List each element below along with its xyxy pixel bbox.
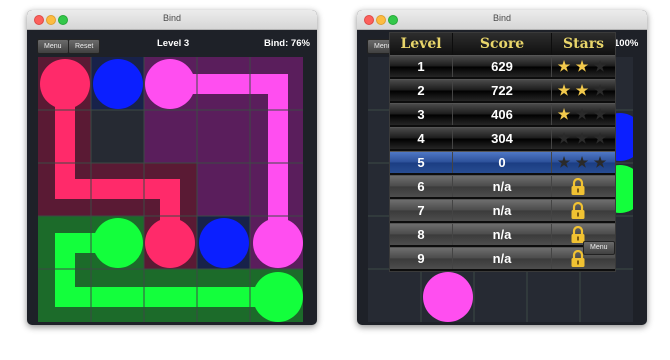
game-board[interactable] [38,57,303,322]
star-icon: ★ [575,154,589,170]
star-icon: ★ [575,106,589,122]
game-window: Bind Menu Reset Level 3 Bind: 76% [27,10,317,325]
star-icon: ★ [557,58,571,74]
green-dot[interactable] [253,272,303,322]
level-score: 722 [491,83,513,98]
title-bar: Bind [27,10,317,30]
window-title: Bind [162,13,181,23]
level-number: 3 [417,107,425,122]
lock-icon [571,178,585,195]
level-score: 0 [498,155,506,170]
star-icon: ★ [593,82,607,98]
level-stars: ★ ★ ★ [552,80,615,101]
star-icon: ★ [593,130,607,146]
level-row[interactable]: 9 n/a [390,247,615,269]
level-row[interactable]: 4 304 ★ ★ ★ [390,127,615,149]
level-row[interactable]: 3 406 ★ ★ ★ [390,103,615,125]
level-row[interactable]: 6 n/a [390,175,615,197]
level-stars: ★ ★ ★ [552,56,615,77]
level-score: n/a [492,251,512,266]
magenta-dot[interactable] [253,218,303,268]
column-header-score: Score [453,33,551,55]
menu-button[interactable]: Menu [37,39,69,54]
star-icon: ★ [557,106,571,122]
level-number: 4 [417,131,425,146]
star-icon: ★ [575,58,589,74]
level-score: n/a [492,227,512,242]
blue-dot[interactable] [199,218,249,268]
bottom-menu-button[interactable]: Menu [583,241,615,255]
bind-percentage: 100% [614,38,639,49]
game-toolbar: Menu Reset Level 3 Bind: 76% [27,30,317,56]
star-icon: ★ [575,130,589,146]
level-number: 7 [417,203,425,218]
green-dot[interactable] [93,218,143,268]
level-number: 1 [417,59,425,74]
level-score: 629 [491,59,513,74]
level-stars [552,200,615,221]
star-icon: ★ [593,154,607,170]
column-header-level: Level [390,33,452,55]
star-icon: ★ [557,82,571,98]
level-stars: ★ ★ ★ [552,104,615,125]
star-icon: ★ [557,154,571,170]
lock-icon [571,202,585,219]
window-title: Bind [492,13,511,23]
blue-dot[interactable] [93,59,143,109]
red-dot[interactable] [40,59,90,109]
level-select-table: Level Score Stars 1 629 ★ ★ ★ 2 722 ★ ★ ★ 3 406 ★ ★ ★ 4… [389,32,616,272]
reset-button[interactable]: Reset [68,39,101,54]
star-icon: ★ [593,58,607,74]
level-score: 304 [491,131,513,146]
level-stars: ★ ★ ★ [552,152,615,173]
level-score: n/a [492,179,512,194]
level-row[interactable]: 8 n/a [390,223,615,245]
level-score: 406 [491,107,513,122]
level-row[interactable]: 5 0 ★ ★ ★ [390,151,615,173]
level-number: 2 [417,83,425,98]
magenta-dot[interactable] [145,59,195,109]
star-icon: ★ [593,106,607,122]
level-number: 8 [417,227,425,242]
bind-percentage: Bind: 76% [264,38,310,49]
column-header-stars: Stars [552,33,615,55]
level-select-window: Bind Menu 100% Level Score Stars 1 629 ★ ★ ★… [357,10,647,325]
star-icon: ★ [575,82,589,98]
magenta-dot [423,272,473,322]
red-dot[interactable] [145,218,195,268]
level-stars: ★ ★ ★ [552,128,615,149]
level-label: Level 3 [157,38,190,49]
level-stars [552,176,615,197]
level-row[interactable]: 7 n/a [390,199,615,221]
level-number: 9 [417,251,425,266]
level-score: n/a [492,203,512,218]
level-row[interactable]: 1 629 ★ ★ ★ [390,55,615,77]
level-number: 5 [417,155,425,170]
level-row[interactable]: 2 722 ★ ★ ★ [390,79,615,101]
star-icon: ★ [557,130,571,146]
level-number: 6 [417,179,425,194]
title-bar: Bind [357,10,647,30]
